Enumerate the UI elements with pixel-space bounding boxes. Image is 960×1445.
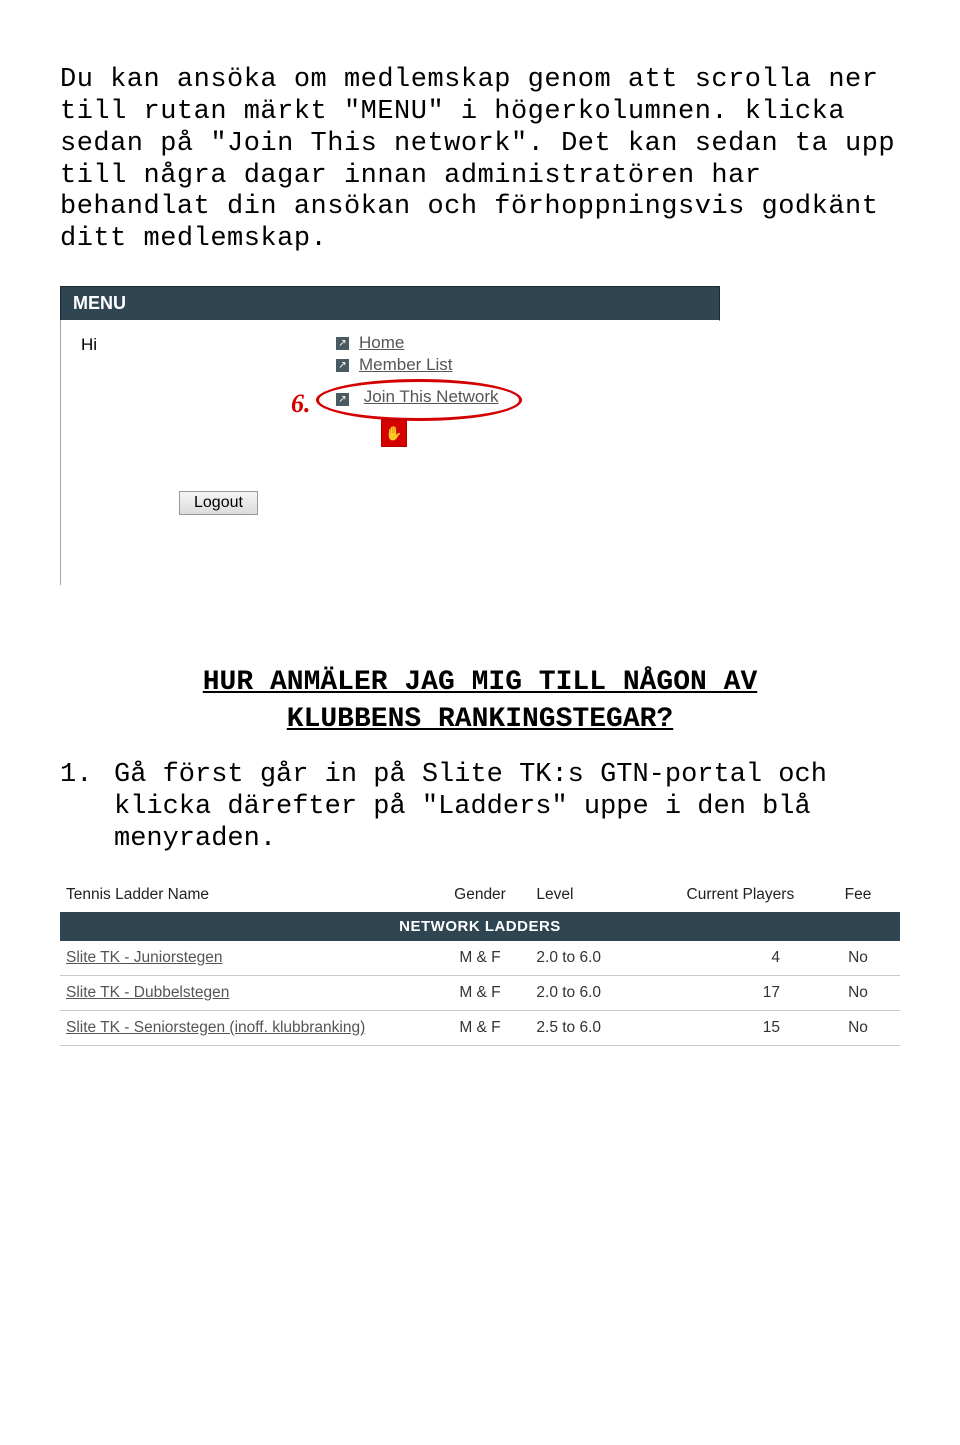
table-row: Slite TK - Juniorstegen M & F 2.0 to 6.0… bbox=[60, 941, 900, 976]
menu-item-join[interactable]: ↗ Join This Network bbox=[330, 385, 505, 409]
table-row: Slite TK - Seniorstegen (inoff. klubbran… bbox=[60, 1010, 900, 1045]
menu-header-text: MENU bbox=[73, 293, 126, 313]
arrow-icon: ↗ bbox=[336, 359, 349, 372]
table-row: Slite TK - Dubbelstegen M & F 2.0 to 6.0… bbox=[60, 975, 900, 1010]
ladder-fee: No bbox=[816, 1010, 900, 1045]
cursor-highlight-block: ✋ bbox=[381, 419, 407, 447]
ladder-players: 4 bbox=[665, 941, 816, 976]
ladder-gender: M & F bbox=[430, 1010, 531, 1045]
ladder-players: 15 bbox=[665, 1010, 816, 1045]
ladder-gender: M & F bbox=[430, 975, 531, 1010]
ladder-name-link[interactable]: Slite TK - Dubbelstegen bbox=[66, 984, 229, 1001]
ladder-players: 17 bbox=[665, 975, 816, 1010]
ladder-level: 2.5 to 6.0 bbox=[530, 1010, 664, 1045]
section-heading-line1: HUR ANMÄLER JAG MIG TILL NÅGON AV bbox=[203, 667, 758, 698]
menu-body: Hi 6. ↗ Home ↗ Member List ↗ Join This N… bbox=[60, 321, 720, 585]
col-header-name: Tennis Ladder Name bbox=[60, 882, 430, 912]
col-header-fee: Fee bbox=[816, 882, 900, 912]
ladder-level: 2.0 to 6.0 bbox=[530, 941, 664, 976]
col-header-gender: Gender bbox=[430, 882, 531, 912]
ladder-name-link[interactable]: Slite TK - Seniorstegen (inoff. klubbran… bbox=[66, 1019, 365, 1036]
step-1: 1. Gå först går in på Slite TK:s GTN-por… bbox=[60, 760, 900, 856]
ladders-table: Tennis Ladder Name Gender Level Current … bbox=[60, 882, 900, 1046]
intro-paragraph: Du kan ansöka om medlemskap genom att sc… bbox=[60, 65, 900, 256]
menu-item-home[interactable]: ↗ Home bbox=[336, 333, 499, 353]
cursor-hand-icon: ✋ bbox=[385, 425, 402, 442]
menu-links: ↗ Home ↗ Member List ↗ Join This Network bbox=[336, 331, 499, 409]
menu-hi-text: Hi bbox=[81, 335, 97, 355]
section-heading-line2: KLUBBENS RANKINGSTEGAR? bbox=[287, 704, 673, 735]
ladder-name-link[interactable]: Slite TK - Juniorstegen bbox=[66, 949, 223, 966]
col-header-level: Level bbox=[530, 882, 664, 912]
step-1-number: 1. bbox=[60, 760, 114, 856]
menu-screenshot: MENU Hi 6. ↗ Home ↗ Member List ↗ Join T… bbox=[60, 286, 720, 585]
menu-item-memberlist[interactable]: ↗ Member List bbox=[336, 355, 499, 375]
col-header-players: Current Players bbox=[665, 882, 816, 912]
step-1-text: Gå först går in på Slite TK:s GTN-portal… bbox=[114, 760, 900, 856]
menu-header-bar: MENU bbox=[60, 286, 720, 321]
ladder-level: 2.0 to 6.0 bbox=[530, 975, 664, 1010]
ladders-section-title: NETWORK LADDERS bbox=[60, 912, 900, 941]
arrow-icon: ↗ bbox=[336, 337, 349, 350]
menu-memberlist-label: Member List bbox=[359, 355, 453, 375]
step-number-6: 6. bbox=[291, 389, 311, 419]
section-heading: HUR ANMÄLER JAG MIG TILL NÅGON AV KLUBBE… bbox=[60, 665, 900, 738]
logout-button[interactable]: Logout bbox=[179, 491, 258, 515]
ladders-header-row: Tennis Ladder Name Gender Level Current … bbox=[60, 882, 900, 912]
ladder-fee: No bbox=[816, 941, 900, 976]
ladder-gender: M & F bbox=[430, 941, 531, 976]
red-highlight-oval bbox=[316, 379, 522, 421]
ladder-fee: No bbox=[816, 975, 900, 1010]
menu-home-label: Home bbox=[359, 333, 404, 353]
